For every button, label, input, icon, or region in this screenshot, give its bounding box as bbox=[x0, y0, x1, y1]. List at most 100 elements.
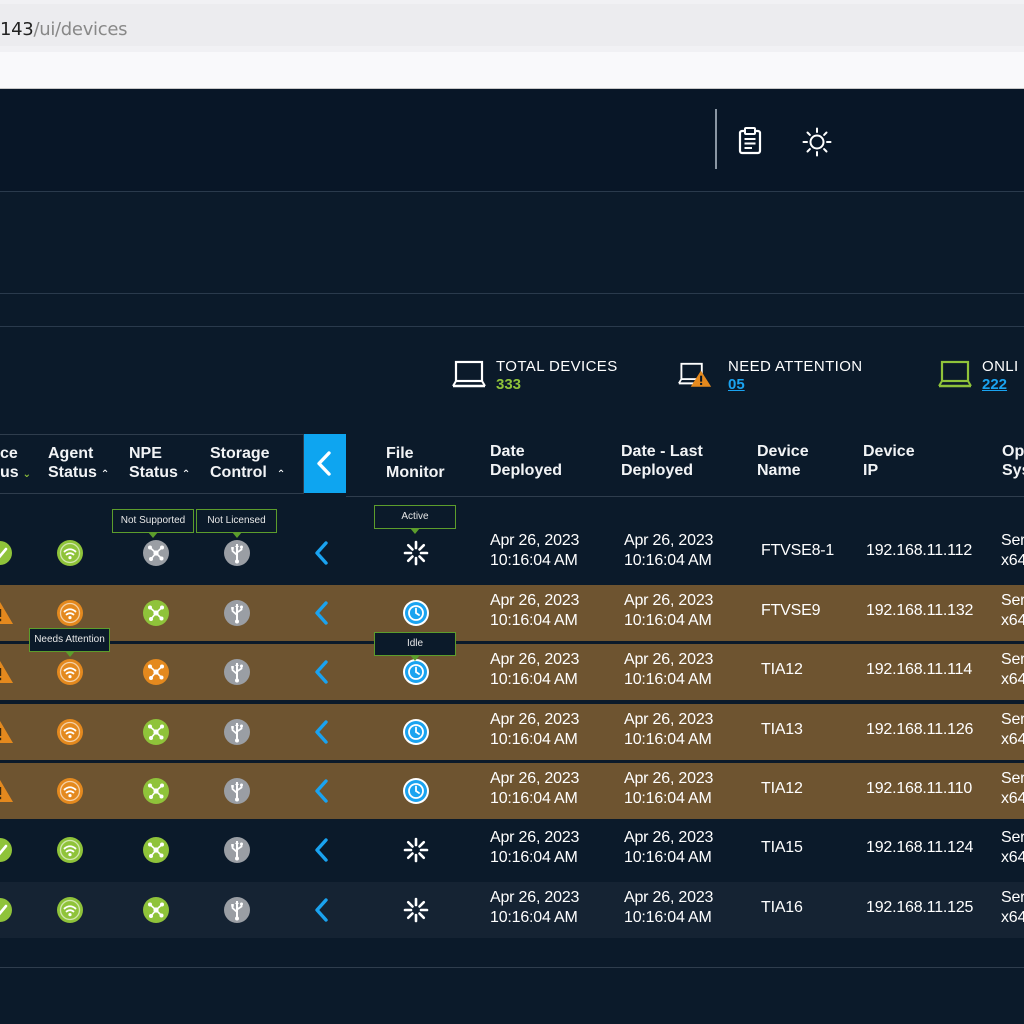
column-device-status[interactable]: ce us ⌄ bbox=[0, 444, 31, 484]
collapse-columns-button[interactable] bbox=[304, 434, 346, 493]
table-row[interactable]: Apr 26, 2023 10:16:04 AM Apr 26, 2023 10:16… bbox=[0, 822, 1024, 878]
column-device-ip[interactable]: Device IP bbox=[863, 442, 915, 480]
device-warning-icon[interactable] bbox=[0, 777, 14, 805]
device-ok-icon[interactable] bbox=[0, 539, 14, 567]
tooltip-file-monitor-active: Active bbox=[374, 505, 456, 534]
chevron-left-icon[interactable] bbox=[308, 836, 336, 864]
spinner-icon[interactable] bbox=[402, 896, 430, 924]
device-name[interactable]: TIA12 bbox=[761, 660, 803, 680]
column-label: Sys bbox=[1002, 462, 1024, 479]
column-storage-control[interactable]: Storage Control ⌃ bbox=[210, 444, 285, 484]
tooltip-agent-needs-attention: Needs Attention bbox=[29, 628, 110, 657]
npe-status-icon[interactable] bbox=[142, 539, 170, 567]
clipboard-icon[interactable] bbox=[737, 127, 763, 155]
table-row[interactable]: Apr 26, 2023 10:16:04 AM Apr 26, 2023 10:16… bbox=[0, 585, 1024, 641]
tooltip-storage-not-licensed: Not Licensed bbox=[196, 509, 277, 538]
chevron-left-icon[interactable] bbox=[308, 777, 336, 805]
column-date-deployed[interactable]: Date Deployed bbox=[490, 442, 562, 480]
npe-status-icon[interactable] bbox=[142, 718, 170, 746]
column-label: NPE bbox=[129, 445, 162, 462]
date-deployed: Apr 26, 2023 10:16:04 AM bbox=[490, 591, 579, 631]
summary-value[interactable]: 05 bbox=[728, 376, 745, 393]
npe-status-icon[interactable] bbox=[142, 777, 170, 805]
storage-control-icon[interactable] bbox=[223, 718, 251, 746]
spinner-icon[interactable] bbox=[402, 539, 430, 567]
clock-icon[interactable] bbox=[402, 718, 430, 746]
agent-status-icon[interactable] bbox=[56, 777, 84, 805]
column-operating-system[interactable]: Op Sys bbox=[1002, 442, 1024, 480]
url-text: 143/ui/devices bbox=[0, 19, 128, 40]
operating-system: Ser x64 bbox=[1001, 828, 1024, 868]
npe-status-icon[interactable] bbox=[142, 896, 170, 924]
device-warning-icon[interactable] bbox=[0, 599, 14, 627]
storage-control-icon[interactable] bbox=[223, 599, 251, 627]
filter-band bbox=[0, 192, 1024, 294]
chevron-left-icon[interactable] bbox=[308, 599, 336, 627]
os-text: Ser bbox=[1001, 651, 1024, 668]
column-file-monitor[interactable]: File Monitor bbox=[386, 444, 445, 482]
column-agent-status[interactable]: Agent Status ⌃ bbox=[48, 444, 109, 484]
date-text: Apr 26, 2023 bbox=[624, 651, 714, 668]
sun-icon[interactable] bbox=[802, 127, 832, 157]
clock-icon[interactable] bbox=[402, 658, 430, 686]
date-text: Apr 26, 2023 bbox=[624, 592, 714, 609]
storage-control-icon[interactable] bbox=[223, 777, 251, 805]
device-name[interactable]: TIA13 bbox=[761, 720, 803, 740]
column-label: Date bbox=[490, 443, 525, 460]
device-name[interactable]: FTVSE8-1 bbox=[761, 541, 834, 561]
agent-status-icon[interactable] bbox=[56, 539, 84, 567]
chevron-left-icon[interactable] bbox=[308, 896, 336, 924]
time-text: 10:16:04 AM bbox=[624, 552, 712, 569]
date-last-deployed: Apr 26, 2023 10:16:04 AM bbox=[624, 531, 713, 571]
column-npe-status[interactable]: NPE Status ⌃ bbox=[129, 444, 190, 484]
storage-control-icon[interactable] bbox=[223, 539, 251, 567]
table-row[interactable]: Apr 26, 2023 10:16:04 AM Apr 26, 2023 10:16… bbox=[0, 644, 1024, 700]
date-deployed: Apr 26, 2023 10:16:04 AM bbox=[490, 650, 579, 690]
column-label: Monitor bbox=[386, 464, 445, 481]
device-ok-icon[interactable] bbox=[0, 896, 14, 924]
table-row[interactable]: Apr 26, 2023 10:16:04 AM Apr 26, 2023 10:16… bbox=[0, 704, 1024, 760]
date-last-deployed: Apr 26, 2023 10:16:04 AM bbox=[624, 769, 713, 809]
column-date-last-deployed[interactable]: Date - Last Deployed bbox=[621, 442, 703, 480]
sort-up-icon[interactable]: ⌃ bbox=[101, 469, 109, 480]
device-name[interactable]: TIA12 bbox=[761, 779, 803, 799]
os-text: Ser bbox=[1001, 829, 1024, 846]
date-deployed: Apr 26, 2023 10:16:04 AM bbox=[490, 769, 579, 809]
column-device-name[interactable]: Device Name bbox=[757, 442, 809, 480]
agent-status-icon[interactable] bbox=[56, 599, 84, 627]
device-ok-icon[interactable] bbox=[0, 836, 14, 864]
clock-icon[interactable] bbox=[402, 599, 430, 627]
chevron-left-icon[interactable] bbox=[308, 539, 336, 567]
sort-down-icon[interactable]: ⌄ bbox=[23, 469, 31, 480]
device-warning-icon[interactable] bbox=[0, 658, 14, 686]
table-row[interactable]: Apr 26, 2023 10:16:04 AM Apr 26, 2023 10:16… bbox=[0, 882, 1024, 938]
summary-value[interactable]: 333 bbox=[496, 376, 521, 393]
url-field[interactable]: 143/ui/devices bbox=[0, 4, 1024, 46]
npe-status-icon[interactable] bbox=[142, 658, 170, 686]
sort-up-icon[interactable]: ⌃ bbox=[277, 469, 285, 480]
clock-icon[interactable] bbox=[402, 777, 430, 805]
npe-status-icon[interactable] bbox=[142, 599, 170, 627]
sort-up-icon[interactable]: ⌃ bbox=[182, 469, 190, 480]
npe-status-icon[interactable] bbox=[142, 836, 170, 864]
storage-control-icon[interactable] bbox=[223, 658, 251, 686]
storage-control-icon[interactable] bbox=[223, 896, 251, 924]
summary-value[interactable]: 222 bbox=[982, 376, 1007, 393]
operating-system: Ser x64 bbox=[1001, 769, 1024, 809]
os-arch: x64 bbox=[1001, 790, 1024, 807]
agent-status-icon[interactable] bbox=[56, 658, 84, 686]
chevron-left-icon[interactable] bbox=[308, 658, 336, 686]
device-warning-icon[interactable] bbox=[0, 718, 14, 746]
spinner-icon[interactable] bbox=[402, 836, 430, 864]
agent-status-icon[interactable] bbox=[56, 896, 84, 924]
agent-status-icon[interactable] bbox=[56, 836, 84, 864]
laptop-icon bbox=[452, 360, 486, 388]
device-name[interactable]: FTVSE9 bbox=[761, 601, 820, 621]
browser-address-bar: 143/ui/devices bbox=[0, 0, 1024, 52]
agent-status-icon[interactable] bbox=[56, 718, 84, 746]
device-name[interactable]: TIA15 bbox=[761, 838, 803, 858]
chevron-left-icon[interactable] bbox=[308, 718, 336, 746]
storage-control-icon[interactable] bbox=[223, 836, 251, 864]
device-name[interactable]: TIA16 bbox=[761, 898, 803, 918]
table-row[interactable]: Apr 26, 2023 10:16:04 AM Apr 26, 2023 10:16… bbox=[0, 763, 1024, 819]
